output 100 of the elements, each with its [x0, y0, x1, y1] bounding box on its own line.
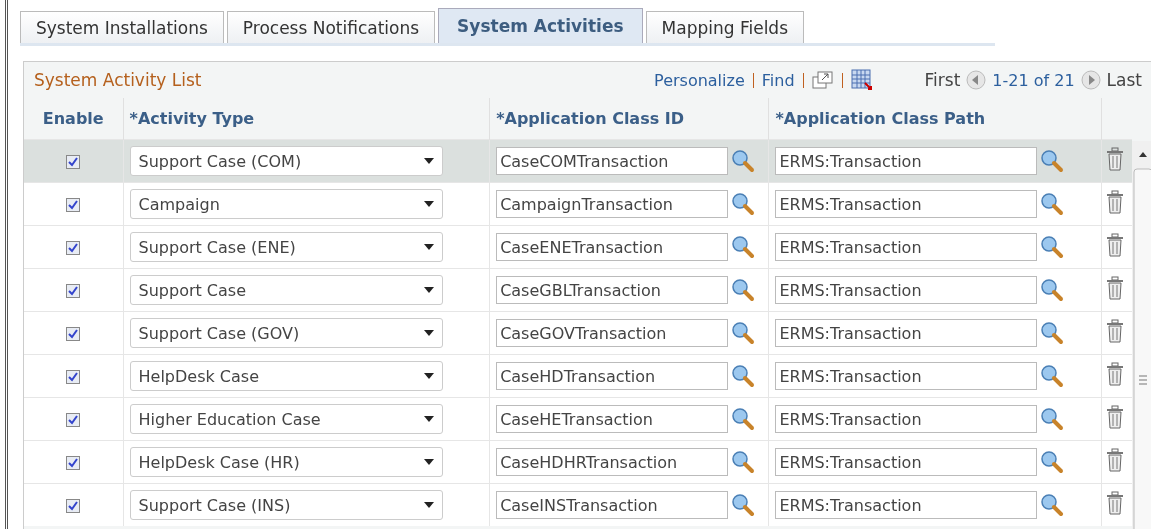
table-row[interactable]: Support Case CaseGBLTransaction ERMS:Transaction [24, 268, 1132, 312]
trash-icon[interactable] [1105, 276, 1124, 300]
class-id-field[interactable]: CaseHDTransaction [496, 362, 729, 390]
find-link[interactable]: Find [761, 70, 795, 90]
last-label: Last [1106, 70, 1142, 90]
search-icon[interactable] [731, 407, 756, 431]
activity-type-dropdown[interactable]: Higher Education Case [129, 404, 443, 434]
personalize-link[interactable]: Personalize [654, 70, 745, 90]
table-row[interactable]: Support Case (INS) CaseINSTransaction ERMS:Transaction [24, 483, 1132, 526]
checkbox[interactable] [66, 413, 81, 427]
class-id-field[interactable]: CaseGOVTransaction [496, 319, 729, 347]
tab[interactable]: System Activities [438, 8, 643, 43]
search-icon[interactable] [1040, 235, 1065, 259]
search-icon[interactable] [1040, 493, 1065, 517]
class-id-field[interactable]: CaseENETransaction [496, 233, 729, 261]
caret-icon [423, 330, 434, 336]
table-row[interactable]: Higher Education Case CaseHETransaction ERMS:Transaction [24, 397, 1132, 441]
checkbox[interactable] [66, 370, 81, 384]
checkbox[interactable] [66, 456, 81, 470]
trash-icon[interactable] [1105, 319, 1124, 343]
trash-icon[interactable] [1105, 147, 1124, 171]
class-path-field[interactable]: ERMS:Transaction [775, 147, 1038, 175]
grid-title: System Activity List [34, 70, 203, 90]
table-row[interactable]: Support Case (ENE) CaseENETransaction ERMS:Transaction [24, 225, 1132, 269]
activity-type-dropdown[interactable]: Support Case [129, 275, 443, 305]
table-row[interactable]: HelpDesk Case CaseHDTransaction ERMS:Transaction [24, 354, 1132, 398]
table-row[interactable]: Support Case (COM) CaseCOMTransaction ERMS:Transaction [24, 139, 1132, 183]
caret-icon [423, 287, 434, 293]
caret-icon [423, 201, 434, 207]
class-path-field[interactable]: ERMS:Transaction [775, 448, 1038, 476]
search-icon[interactable] [1040, 450, 1065, 474]
search-icon[interactable] [731, 149, 756, 173]
class-path-field[interactable]: ERMS:Transaction [775, 276, 1038, 304]
activity-type-dropdown[interactable]: Support Case (COM) [129, 146, 443, 176]
checkbox[interactable] [66, 155, 81, 169]
activity-type-dropdown[interactable]: Campaign [129, 189, 443, 219]
checkbox[interactable] [66, 327, 81, 341]
class-id-field[interactable]: CaseGBLTransaction [496, 276, 729, 304]
search-icon[interactable] [731, 235, 756, 259]
search-icon[interactable] [1040, 321, 1065, 345]
page-range: 1-21 of 21 [992, 70, 1075, 90]
search-icon[interactable] [731, 450, 756, 474]
class-path-field[interactable]: ERMS:Transaction [775, 233, 1038, 261]
class-path-field[interactable]: ERMS:Transaction [775, 190, 1038, 218]
caret-icon [423, 502, 434, 508]
checkbox[interactable] [66, 499, 81, 513]
column-header: *Activity Type [129, 109, 255, 128]
search-icon[interactable] [1040, 278, 1065, 302]
caret-icon [423, 459, 434, 465]
class-id-field[interactable]: CaseHDHRTransaction [496, 448, 729, 476]
checkbox[interactable] [66, 241, 81, 255]
search-icon[interactable] [731, 278, 756, 302]
column-header: Enable [42, 109, 104, 128]
activity-type-dropdown[interactable]: HelpDesk Case [129, 361, 443, 391]
table-row[interactable]: Campaign CampaignTransaction ERMS:Transaction [24, 182, 1132, 226]
activity-type-dropdown[interactable]: HelpDesk Case (HR) [129, 447, 443, 477]
search-icon[interactable] [731, 321, 756, 345]
caret-icon [423, 416, 434, 422]
trash-icon[interactable] [1105, 190, 1124, 214]
checkbox[interactable] [66, 198, 81, 212]
search-icon[interactable] [731, 493, 756, 517]
search-icon[interactable] [731, 364, 756, 388]
tab[interactable]: Process Notifications [226, 11, 436, 43]
column-header: *Application Class Path [775, 109, 986, 128]
search-icon[interactable] [1040, 364, 1065, 388]
checkbox[interactable] [66, 284, 81, 298]
caret-icon [423, 373, 434, 379]
next-icon[interactable] [1080, 70, 1101, 90]
scrollbar-drawing[interactable] [1132, 141, 1151, 529]
column-header: *Application Class ID [496, 109, 684, 128]
tab[interactable]: Mapping Fields [645, 11, 804, 43]
table-row[interactable]: HelpDesk Case (HR) CaseHDHRTransaction ERMS:Transaction [24, 440, 1132, 484]
search-icon[interactable] [731, 192, 756, 216]
activity-type-dropdown[interactable]: Support Case (INS) [129, 490, 443, 520]
table-row[interactable]: Support Case (GOV) CaseGOVTransaction ERMS:Transaction [24, 311, 1132, 355]
trash-icon[interactable] [1105, 405, 1124, 429]
trash-icon[interactable] [1105, 448, 1124, 472]
trash-icon[interactable] [1105, 233, 1124, 257]
class-id-field[interactable]: CaseINSTransaction [496, 491, 729, 519]
previous-icon[interactable] [966, 70, 987, 90]
first-label: First [924, 70, 961, 90]
search-icon[interactable] [1040, 149, 1065, 173]
class-id-field[interactable]: CaseHETransaction [496, 405, 729, 433]
class-path-field[interactable]: ERMS:Transaction [775, 319, 1038, 347]
trash-icon[interactable] [1105, 362, 1124, 386]
tab[interactable]: System Installations [20, 11, 224, 43]
spreadsheet-icon[interactable] [850, 69, 873, 91]
trash-icon[interactable] [1105, 491, 1124, 515]
search-icon[interactable] [1040, 192, 1065, 216]
class-path-field[interactable]: ERMS:Transaction [775, 405, 1038, 433]
caret-icon [423, 158, 434, 164]
caret-icon [423, 244, 434, 250]
activity-type-dropdown[interactable]: Support Case (ENE) [129, 232, 443, 262]
class-path-field[interactable]: ERMS:Transaction [775, 491, 1038, 519]
class-path-field[interactable]: ERMS:Transaction [775, 362, 1038, 390]
class-id-field[interactable]: CaseCOMTransaction [496, 147, 729, 175]
class-id-field[interactable]: CampaignTransaction [496, 190, 729, 218]
new-window-icon[interactable] [811, 71, 834, 89]
search-icon[interactable] [1040, 407, 1065, 431]
activity-type-dropdown[interactable]: Support Case (GOV) [129, 318, 443, 348]
